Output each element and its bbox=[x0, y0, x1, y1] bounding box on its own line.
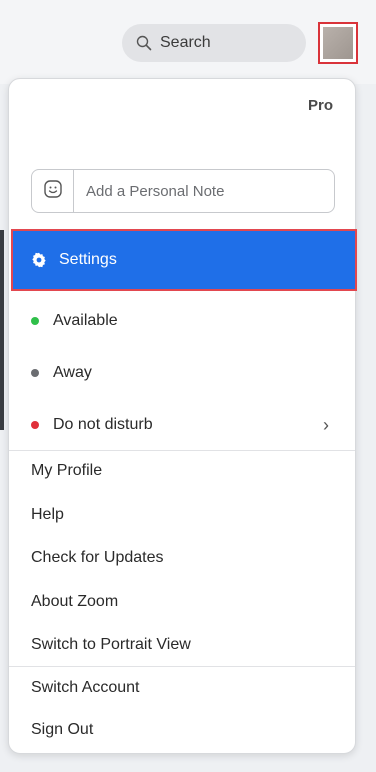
gear-icon bbox=[31, 252, 47, 268]
settings-label: Settings bbox=[59, 251, 117, 268]
search-icon bbox=[136, 35, 152, 51]
menu-item-label: Check for Updates bbox=[31, 549, 164, 566]
screen: Search Pro Add a Personal Note Settings … bbox=[0, 0, 376, 772]
profile-dropdown-menu: Pro Add a Personal Note Settings Availab… bbox=[8, 78, 357, 754]
away-status-icon bbox=[31, 369, 39, 377]
status-away-item[interactable]: Away bbox=[9, 353, 355, 393]
chevron-right-icon: › bbox=[323, 414, 329, 435]
search-label: Search bbox=[160, 34, 211, 51]
menu-item-label: About Zoom bbox=[31, 593, 119, 610]
menu-item-label: Sign Out bbox=[31, 721, 94, 738]
menu-divider bbox=[9, 450, 355, 451]
check-for-updates-menu-item[interactable]: Check for Updates bbox=[9, 540, 355, 576]
status-label: Do not disturb bbox=[53, 416, 153, 433]
menu-item-label: Switch to Portrait View bbox=[31, 636, 191, 653]
switch-to-portrait-view-menu-item[interactable]: Switch to Portrait View bbox=[9, 627, 355, 663]
status-do-not-disturb-item[interactable]: Do not disturb › bbox=[9, 405, 355, 445]
status-label: Away bbox=[53, 364, 92, 381]
avatar bbox=[323, 27, 353, 59]
sign-out-menu-item[interactable]: Sign Out bbox=[9, 712, 355, 748]
about-zoom-menu-item[interactable]: About Zoom bbox=[9, 584, 355, 620]
status-label: Available bbox=[53, 312, 118, 329]
menu-item-label: My Profile bbox=[31, 462, 103, 479]
personal-note-field[interactable]: Add a Personal Note bbox=[31, 169, 335, 213]
avatar-button[interactable] bbox=[318, 22, 358, 64]
background-app-edge bbox=[0, 230, 4, 430]
emoji-button[interactable] bbox=[32, 170, 74, 212]
help-menu-item[interactable]: Help bbox=[9, 497, 355, 533]
top-bar: Search bbox=[0, 0, 376, 84]
personal-note-placeholder: Add a Personal Note bbox=[86, 182, 225, 200]
search-button[interactable]: Search bbox=[122, 24, 306, 62]
status-available-item[interactable]: Available bbox=[9, 301, 355, 341]
menu-item-label: Switch Account bbox=[31, 679, 140, 696]
plan-badge: Pro bbox=[307, 97, 333, 114]
switch-account-menu-item[interactable]: Switch Account bbox=[9, 670, 355, 706]
available-status-icon bbox=[31, 317, 39, 325]
menu-item-label: Help bbox=[31, 506, 64, 523]
my-profile-menu-item[interactable]: My Profile bbox=[9, 453, 355, 489]
menu-divider bbox=[9, 666, 355, 667]
do-not-disturb-status-icon bbox=[31, 421, 39, 429]
settings-menu-item[interactable]: Settings bbox=[11, 229, 357, 291]
smiley-icon bbox=[43, 179, 63, 204]
